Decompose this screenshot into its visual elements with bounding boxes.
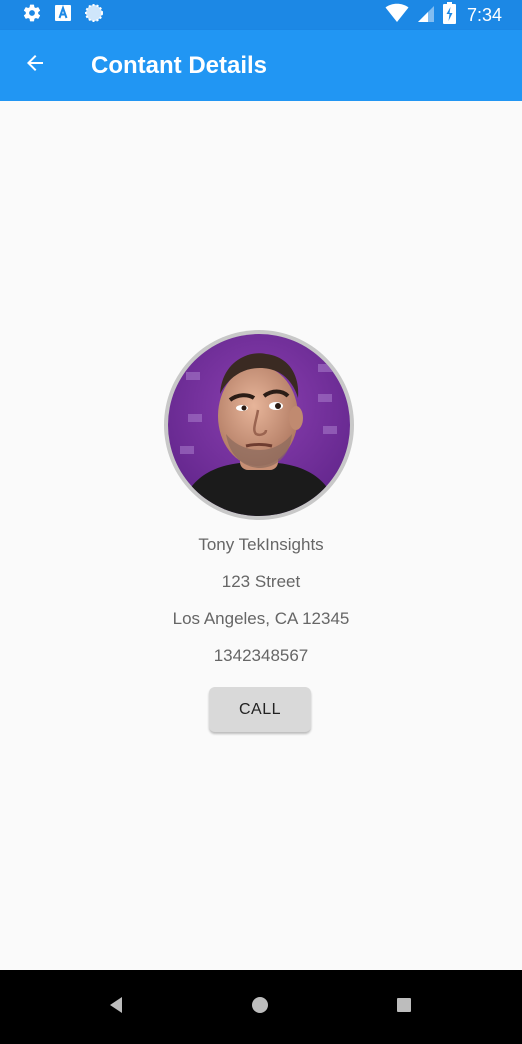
wifi-icon bbox=[385, 3, 409, 28]
nav-home-button[interactable] bbox=[230, 970, 290, 1044]
recents-square-icon bbox=[396, 997, 412, 1018]
call-button[interactable]: CALL bbox=[209, 687, 311, 732]
arrow-back-icon bbox=[23, 51, 47, 80]
app-bar: Contant Details bbox=[0, 30, 522, 101]
contact-details-content: Tony TekInsights 123 Street Los Angeles,… bbox=[0, 101, 522, 970]
back-triangle-icon bbox=[108, 996, 124, 1019]
battery-icon bbox=[442, 1, 456, 29]
home-circle-icon bbox=[251, 996, 269, 1019]
avatar-ring bbox=[164, 330, 354, 520]
contact-phone: 1342348567 bbox=[213, 646, 309, 665]
back-button[interactable] bbox=[15, 46, 55, 86]
contact-street: 123 Street bbox=[221, 572, 301, 591]
contact-name: Tony TekInsights bbox=[198, 535, 324, 554]
status-bar: 7:34 bbox=[0, 0, 522, 30]
page-title: Contant Details bbox=[91, 51, 268, 79]
nav-back-button[interactable] bbox=[86, 970, 146, 1044]
app-screen: 7:34 Contant Details Tony TekInsights 12… bbox=[0, 0, 522, 1044]
system-nav-bar bbox=[0, 970, 522, 1044]
font-a-icon bbox=[54, 4, 72, 27]
nav-recents-button[interactable] bbox=[374, 970, 434, 1044]
status-time: 7:34 bbox=[466, 4, 502, 25]
circle-sync-icon bbox=[84, 3, 104, 28]
avatar bbox=[168, 334, 350, 516]
cell-signal-icon bbox=[416, 3, 436, 28]
contact-city: Los Angeles, CA 12345 bbox=[172, 609, 350, 628]
settings-icon bbox=[22, 3, 42, 28]
